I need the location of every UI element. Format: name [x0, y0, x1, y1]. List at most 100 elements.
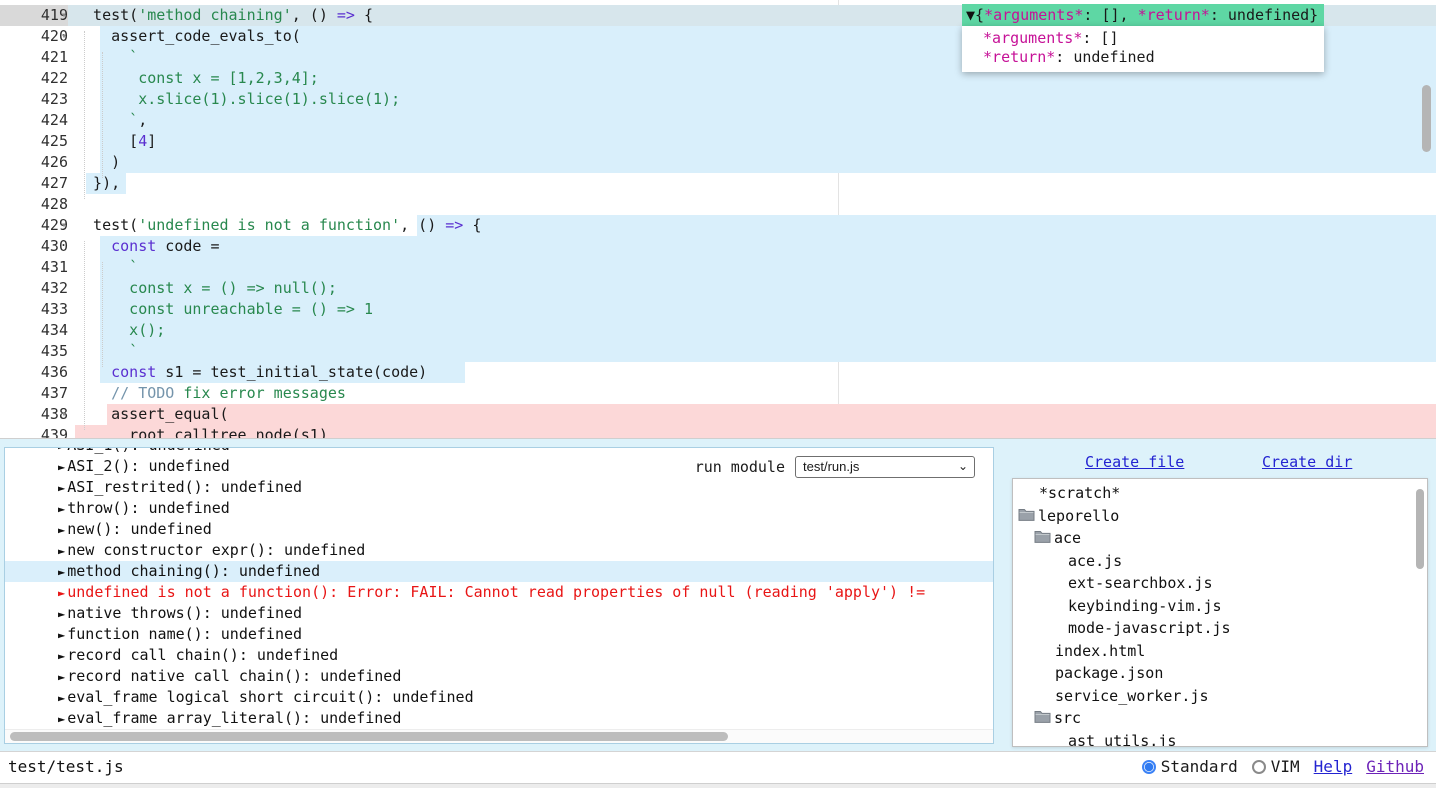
file-tree-row[interactable]: index.html [1013, 640, 1427, 663]
code-line[interactable]: 431 ` [0, 257, 1436, 278]
test-result-row[interactable]: ►ASI_restrited(): undefined [5, 477, 993, 498]
line-number[interactable]: 437 [0, 383, 68, 404]
file-tree-scrollbar-thumb[interactable] [1416, 489, 1424, 569]
keymap-radio-vim[interactable]: VIM [1252, 757, 1300, 776]
code-line[interactable]: 439 root_calltree_node(s1) [0, 425, 1436, 439]
keymap-radio-standard[interactable]: Standard [1142, 757, 1238, 776]
code-line[interactable]: 423 x.slice(1).slice(1).slice(1); [0, 89, 1436, 110]
tooltip-body: *arguments*: [] *return*: undefined [962, 26, 1324, 72]
help-link[interactable]: Help [1314, 757, 1353, 776]
expand-triangle-icon[interactable]: ► [58, 586, 65, 600]
line-number[interactable]: 426 [0, 152, 68, 173]
test-result-row[interactable]: ►method chaining(): undefined [5, 561, 993, 582]
test-result-row[interactable]: ►record call chain(): undefined [5, 645, 993, 666]
code-line[interactable]: 430 const code = [0, 236, 1436, 257]
expand-triangle-icon[interactable]: ► [58, 447, 65, 453]
line-number[interactable]: 439 [0, 425, 68, 439]
file-tree-row[interactable]: ace [1013, 527, 1427, 550]
expand-triangle-icon[interactable]: ► [58, 565, 65, 579]
run-module-select[interactable]: test/run.js⌄ [795, 456, 975, 478]
file-tree-row[interactable]: ext-searchbox.js [1013, 572, 1427, 595]
file-tree-row[interactable]: package.json [1013, 662, 1427, 685]
line-number[interactable]: 429▾ [0, 215, 68, 236]
line-number[interactable]: 420▾ [0, 26, 68, 47]
expand-triangle-icon[interactable]: ► [58, 502, 65, 516]
file-name: leporello [1038, 505, 1119, 528]
code-line[interactable]: 433 const unreachable = () => 1 [0, 299, 1436, 320]
test-result-row[interactable]: ►function name(): undefined [5, 624, 993, 645]
line-number[interactable]: 435 [0, 341, 68, 362]
line-number[interactable]: 427 [0, 173, 68, 194]
code-line[interactable]: 429▾ test('undefined is not a function',… [0, 215, 1436, 236]
line-number[interactable]: 425 [0, 131, 68, 152]
fold-marker-icon[interactable]: ▾ [61, 5, 67, 26]
create-dir-link[interactable]: Create dir [1262, 453, 1352, 471]
line-number[interactable]: 436 [0, 362, 68, 383]
code-line[interactable]: 424 `, [0, 110, 1436, 131]
line-number[interactable]: 434 [0, 320, 68, 341]
file-tree-row[interactable]: mode-javascript.js [1013, 617, 1427, 640]
line-number[interactable]: 431 [0, 257, 68, 278]
horizontal-scrollbar-track[interactable] [5, 729, 993, 743]
test-result-row[interactable]: ►ASI_1(): undefined [5, 447, 993, 456]
file-tree-row[interactable]: service_worker.js [1013, 685, 1427, 708]
file-tree-row[interactable]: src [1013, 707, 1427, 730]
file-tree-row[interactable]: *scratch* [1013, 482, 1427, 505]
file-tree-row[interactable]: keybinding-vim.js [1013, 595, 1427, 618]
line-number[interactable]: 424 [0, 110, 68, 131]
expand-triangle-icon[interactable]: ► [58, 544, 65, 558]
code-line[interactable]: 428 [0, 194, 1436, 215]
test-result-text: new(): undefined [67, 520, 212, 538]
line-number[interactable]: 432 [0, 278, 68, 299]
expand-triangle-icon[interactable]: ► [58, 691, 65, 705]
code-line[interactable]: 438▾ assert_equal( [0, 404, 1436, 425]
code-line[interactable]: 425 [4] [0, 131, 1436, 152]
code-text: // TODO fix error messages [68, 383, 1436, 404]
line-number[interactable]: 419▾ [0, 5, 68, 26]
expand-triangle-icon[interactable]: ► [58, 460, 65, 474]
test-result-row[interactable]: ►native throws(): undefined [5, 603, 993, 624]
code-editor[interactable]: 419▾ test('method chaining', () => {420▾… [0, 0, 1436, 439]
line-number[interactable]: 428 [0, 194, 68, 215]
line-number[interactable]: 423 [0, 89, 68, 110]
code-line[interactable]: 426 ) [0, 152, 1436, 173]
test-result-row[interactable]: ►eval_frame logical short circuit(): und… [5, 687, 993, 708]
code-line[interactable]: 432 const x = () => null(); [0, 278, 1436, 299]
test-result-row[interactable]: ►new constructor expr(): undefined [5, 540, 993, 561]
expand-triangle-icon[interactable]: ► [58, 670, 65, 684]
code-line[interactable]: 436 const s1 = test_initial_state(code) [0, 362, 1436, 383]
line-number[interactable]: 422 [0, 68, 68, 89]
expand-triangle-icon[interactable]: ► [58, 649, 65, 663]
fold-marker-icon[interactable]: ▾ [61, 404, 67, 425]
line-number[interactable]: 438▾ [0, 404, 68, 425]
line-number[interactable]: 421 [0, 47, 68, 68]
fold-marker-icon[interactable]: ▾ [61, 215, 67, 236]
test-result-row[interactable]: ►undefined is not a function(): Error: F… [5, 582, 993, 603]
file-tree-row[interactable]: ace.js [1013, 550, 1427, 573]
test-result-row[interactable]: ►new(): undefined [5, 519, 993, 540]
expand-triangle-icon[interactable]: ► [58, 481, 65, 495]
code-line[interactable]: 434 x(); [0, 320, 1436, 341]
test-result-row[interactable]: ►throw(): undefined [5, 498, 993, 519]
code-line[interactable]: 435 ` [0, 341, 1436, 362]
horizontal-scrollbar-thumb[interactable] [10, 732, 728, 741]
line-number[interactable]: 433 [0, 299, 68, 320]
expand-triangle-icon[interactable]: ► [58, 523, 65, 537]
expand-triangle-icon[interactable]: ► [58, 628, 65, 642]
editor-vertical-scrollbar-thumb[interactable] [1422, 85, 1431, 152]
code-text: const x = () => null(); [68, 278, 1436, 299]
file-tree-row[interactable]: leporello [1013, 505, 1427, 528]
test-result-row[interactable]: ►eval_frame array_literal(): undefined [5, 708, 993, 729]
test-result-row[interactable]: ►record native call chain(): undefined [5, 666, 993, 687]
test-result-text: ASI_restrited(): undefined [67, 478, 302, 496]
file-tree-row[interactable]: ast_utils.js [1013, 730, 1427, 748]
expand-triangle-icon[interactable]: ► [58, 607, 65, 621]
expand-triangle-icon[interactable]: ► [58, 712, 65, 726]
tooltip-header[interactable]: ▼{*arguments*: [], *return*: undefined} [962, 4, 1324, 26]
github-link[interactable]: Github [1366, 757, 1424, 776]
code-line[interactable]: 437 // TODO fix error messages [0, 383, 1436, 404]
create-file-link[interactable]: Create file [1085, 453, 1184, 471]
line-number[interactable]: 430 [0, 236, 68, 257]
fold-marker-icon[interactable]: ▾ [61, 26, 67, 47]
code-line[interactable]: 427 }), [0, 173, 1436, 194]
